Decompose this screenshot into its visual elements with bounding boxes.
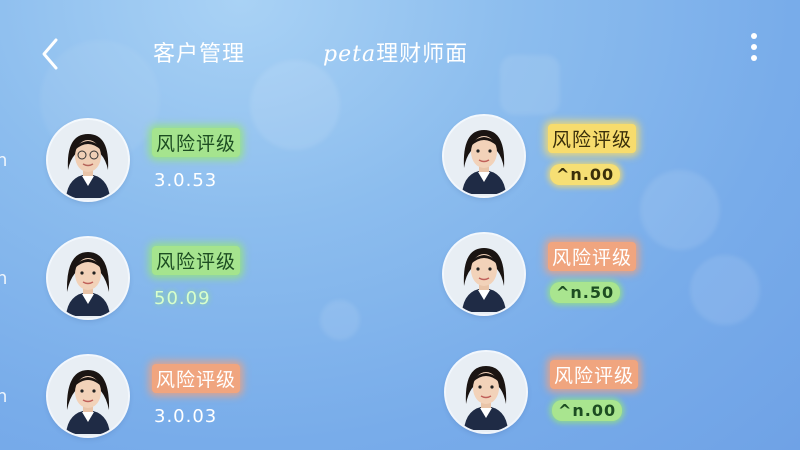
app-title-text: 理财师面 (376, 42, 469, 67)
risk-value: 50.09 (154, 288, 211, 309)
avatar (48, 356, 128, 436)
risk-level-label: 风险评级 (548, 124, 637, 153)
avatar (444, 234, 524, 314)
avatar (446, 352, 526, 432)
risk-level-label: 风险评级 (152, 364, 241, 393)
risk-level-label: 风险评级 (152, 128, 241, 157)
app-title-script: peta (323, 42, 377, 67)
customer-card[interactable]: 风险评级 50.09 (48, 238, 368, 328)
edge-fragment: n (0, 268, 8, 289)
customer-card[interactable]: 风险评级 3.0.03 (48, 356, 368, 446)
avatar (48, 120, 128, 200)
risk-level-label: 风险评级 (548, 242, 637, 271)
more-options-button[interactable] (744, 30, 764, 66)
risk-value: ^n.50 (550, 282, 621, 303)
customer-card[interactable]: 风险评级 3.0.53 (48, 120, 368, 210)
risk-level-label: 风险评级 (550, 360, 639, 389)
edge-fragment: n (0, 386, 8, 407)
customer-card[interactable]: 风险评级 ^n.00 (446, 352, 766, 442)
back-button[interactable] (34, 34, 68, 74)
risk-level-label: 风险评级 (152, 246, 241, 275)
app-title: peta理财师面 (323, 36, 468, 68)
risk-value: 3.0.53 (154, 170, 218, 191)
page-title: 客户管理 (153, 42, 246, 67)
risk-value: ^n.00 (550, 164, 621, 185)
customer-card[interactable]: 风险评级 ^n.00 (444, 116, 764, 206)
risk-value: ^n.00 (552, 400, 623, 421)
customer-card[interactable]: 风险评级 ^n.50 (444, 234, 764, 324)
app-header: 客户管理 peta理财师面 (0, 0, 800, 105)
edge-fragment: n (0, 150, 8, 171)
chevron-left-icon (42, 38, 58, 70)
risk-value: 3.0.03 (154, 406, 218, 427)
avatar (444, 116, 524, 196)
avatar (48, 238, 128, 318)
vertical-dots-icon (744, 33, 764, 61)
